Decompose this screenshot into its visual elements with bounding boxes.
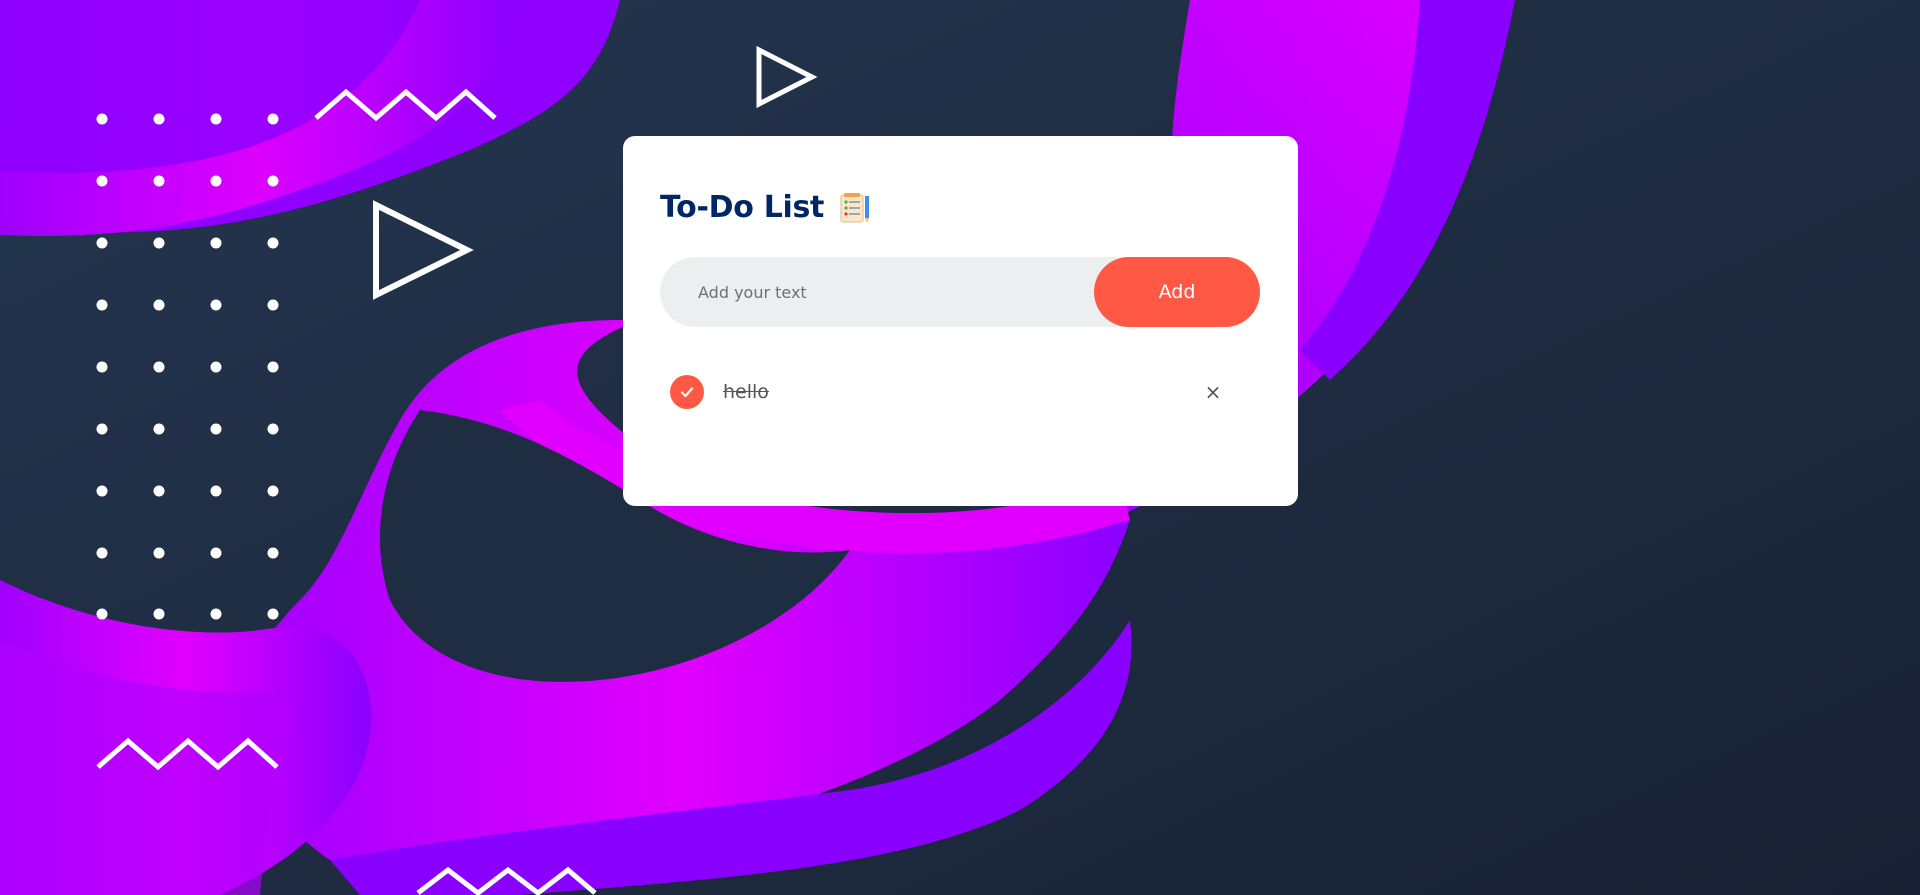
close-icon[interactable]: × <box>1199 378 1227 406</box>
task-input[interactable] <box>660 257 1090 327</box>
checked-circle-icon[interactable] <box>670 375 704 409</box>
app-title: To-Do List <box>660 190 825 225</box>
task-text: hello <box>723 381 769 403</box>
add-button[interactable]: Add <box>1094 257 1260 327</box>
list-item[interactable]: hello × <box>670 372 1235 412</box>
todo-card: To-Do List Add hello × <box>623 136 1298 506</box>
title-row: To-Do List <box>660 190 872 225</box>
add-task-bar: Add <box>660 257 1260 327</box>
checklist-notepad-icon <box>838 191 872 225</box>
